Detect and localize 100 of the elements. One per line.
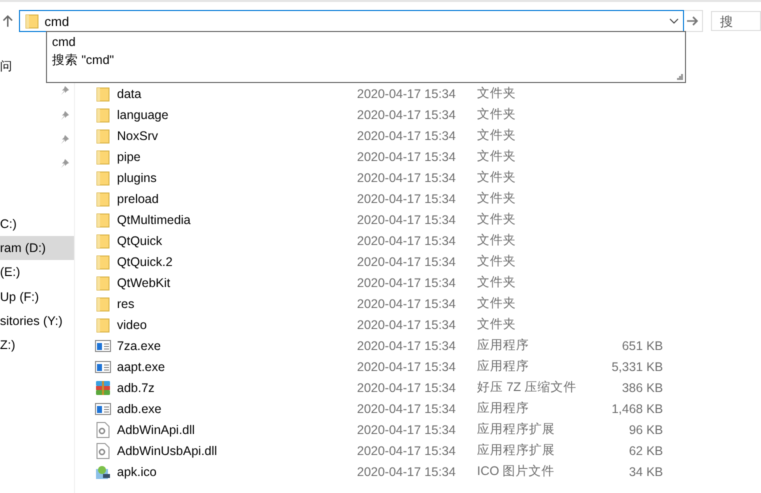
file-type: 应用程序 (477, 358, 530, 375)
file-date: 2020-04-17 15:34 (357, 128, 457, 142)
drive-item[interactable]: Up (F:) (0, 284, 74, 309)
folder-icon (96, 254, 110, 270)
file-type: 文件夹 (477, 127, 517, 144)
file-size: 96 KB (628, 422, 663, 436)
drive-item[interactable]: C:) (0, 211, 74, 236)
right-arrow-icon (686, 16, 699, 26)
file-date: 2020-04-17 15:34 (357, 402, 457, 416)
nav-item[interactable]: 问 (0, 58, 12, 75)
file-date: 2020-04-17 15:34 (357, 192, 457, 206)
search-field[interactable]: 搜 (711, 11, 761, 31)
application-icon (95, 338, 111, 352)
file-date: 2020-04-17 15:34 (357, 170, 457, 184)
folder-icon (96, 316, 110, 332)
archive-icon (95, 380, 111, 396)
folder-icon (96, 190, 110, 206)
file-type: 应用程序 (477, 400, 530, 417)
folder-icon (96, 86, 110, 102)
file-type: 应用程序 (477, 337, 530, 354)
file-date: 2020-04-17 15:34 (357, 254, 457, 268)
file-date: 2020-04-17 15:34 (357, 108, 457, 122)
folder-icon (96, 296, 110, 312)
pin-icon[interactable] (60, 158, 70, 168)
file-date: 2020-04-17 15:34 (357, 150, 457, 164)
folder-icon (96, 128, 110, 144)
file-name[interactable]: video (117, 318, 357, 332)
file-type: 文件夹 (477, 232, 517, 249)
file-type: 文件夹 (477, 106, 517, 123)
resize-grip-icon[interactable] (677, 74, 683, 80)
up-arrow-icon[interactable] (2, 15, 14, 27)
file-date: 2020-04-17 15:34 (357, 360, 457, 374)
drive-item[interactable]: (E:) (0, 260, 74, 284)
file-size: 1,468 KB (610, 402, 663, 416)
file-size: 62 KB (628, 444, 663, 458)
file-name[interactable]: plugins (117, 170, 357, 184)
file-name[interactable]: adb.7z (117, 380, 357, 394)
file-type: 文件夹 (477, 211, 517, 228)
file-size: 651 KB (620, 338, 663, 352)
file-name[interactable]: language (117, 108, 357, 122)
file-type: 应用程序扩展 (477, 421, 556, 438)
drive-item[interactable]: sitories (Y:) (0, 308, 74, 333)
file-date: 2020-04-17 15:34 (357, 380, 457, 394)
file-name[interactable]: res (117, 296, 357, 310)
go-button[interactable] (684, 10, 703, 32)
file-size: 386 KB (620, 380, 663, 394)
file-type: 好压 7Z 压缩文件 (477, 379, 578, 396)
file-date: 2020-04-17 15:34 (357, 296, 457, 310)
file-date: 2020-04-17 15:34 (357, 234, 457, 248)
file-type: 应用程序扩展 (477, 442, 556, 459)
folder-icon (96, 232, 110, 248)
folder-icon (24, 13, 39, 29)
file-date: 2020-04-17 15:34 (357, 86, 457, 100)
file-type: 文件夹 (477, 253, 517, 270)
file-type: 文件夹 (477, 190, 517, 207)
file-size: 34 KB (628, 464, 663, 478)
file-name[interactable]: aapt.exe (117, 360, 357, 374)
suggestion-item[interactable]: cmd (52, 33, 680, 51)
folder-icon (96, 170, 110, 186)
file-name[interactable]: data (117, 86, 357, 100)
file-type: ICO 图片文件 (477, 463, 556, 480)
application-icon (95, 360, 111, 374)
folder-icon (96, 106, 110, 122)
file-name[interactable]: QtQuick (117, 234, 357, 248)
folder-icon (96, 148, 110, 164)
file-name[interactable]: 7za.exe (117, 338, 357, 352)
file-type: 文件夹 (477, 85, 517, 102)
file-type: 文件夹 (477, 316, 517, 333)
file-name[interactable]: QtWebKit (117, 276, 357, 290)
file-name[interactable]: AdbWinUsbApi.dll (117, 444, 357, 458)
folder-icon (96, 274, 110, 290)
suggestion-item[interactable]: 搜索 "cmd" (52, 51, 680, 69)
file-name[interactable]: AdbWinApi.dll (117, 422, 357, 436)
drive-item[interactable]: ram (D:) (0, 236, 74, 260)
file-type: 文件夹 (477, 274, 517, 291)
folder-icon (96, 212, 110, 228)
file-date: 2020-04-17 15:34 (357, 422, 457, 436)
file-date: 2020-04-17 15:34 (357, 318, 457, 332)
file-date: 2020-04-17 15:34 (357, 444, 457, 458)
pin-icon[interactable] (60, 85, 70, 96)
drive-item[interactable]: Z:) (0, 332, 74, 358)
file-name[interactable]: preload (117, 192, 357, 206)
file-date: 2020-04-17 15:34 (357, 464, 457, 478)
pin-icon[interactable] (60, 134, 70, 144)
file-date: 2020-04-17 15:34 (357, 276, 457, 290)
file-name[interactable]: apk.ico (117, 464, 357, 478)
file-type: 文件夹 (477, 169, 517, 186)
file-name[interactable]: adb.exe (117, 402, 357, 416)
file-date: 2020-04-17 15:34 (357, 212, 457, 226)
file-date: 2020-04-17 15:34 (357, 338, 457, 352)
file-type: 文件夹 (477, 295, 517, 312)
file-name[interactable]: pipe (117, 150, 357, 164)
file-name[interactable]: QtMultimedia (117, 212, 357, 226)
pin-icon[interactable] (60, 110, 70, 120)
chevron-down-icon[interactable] (668, 18, 679, 24)
file-name[interactable]: NoxSrv (117, 128, 357, 142)
file-name[interactable]: QtQuick.2 (117, 254, 357, 268)
application-icon (95, 402, 111, 416)
file-size: 5,331 KB (610, 360, 663, 374)
file-type: 文件夹 (477, 148, 517, 165)
